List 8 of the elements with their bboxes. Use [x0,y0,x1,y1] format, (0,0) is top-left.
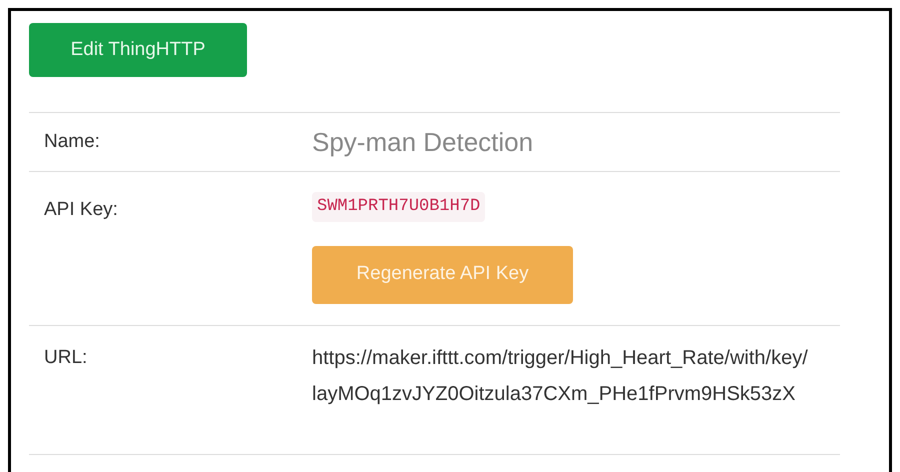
edit-button[interactable]: Edit ThingHTTP [29,23,247,77]
api-key-value: SWM1PRTH7U0B1H7D [312,192,486,222]
url-value: https://maker.ifttt.com/trigger/High_Heart_Rate/with/key/layMOq1zvJYZ0Oitzula37CXm_PHe1fPrvm9HSk53zX [312,346,809,407]
field-label: API Key: [43,198,119,222]
name-value: Spy-man Detection [312,126,534,158]
field-label: Name: [43,130,101,154]
field-label: URL: [43,346,88,370]
regenerate-button[interactable]: Regenerate API Key [312,246,573,304]
